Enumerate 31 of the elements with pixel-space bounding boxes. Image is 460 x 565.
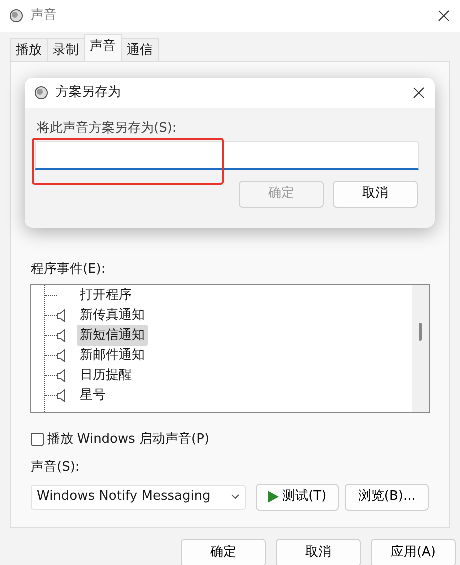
browse-button[interactable]: 浏览(B)... (345, 484, 429, 510)
input-field[interactable] (35, 140, 419, 170)
dialog-button: 确定 (239, 180, 324, 208)
field-label: 声音(S): (31, 459, 81, 477)
field-label: 将此声音方案另存为(S): (37, 120, 178, 138)
field-label: 程序事件(E): (31, 261, 107, 279)
dialog-title: 方案另存为 (56, 84, 122, 102)
tree-item[interactable]: 新邮件通知 (77, 344, 148, 366)
dialog-button[interactable]: 取消 (276, 539, 361, 565)
sound-dropdown[interactable]: Windows Notify Messaging (31, 484, 246, 510)
tree-item[interactable]: 星号 (77, 384, 109, 406)
play-icon (268, 491, 280, 503)
tab[interactable]: 通信 (121, 38, 159, 61)
scrollbar-thumb[interactable] (419, 322, 422, 340)
tree-item[interactable]: 新传真通知 (77, 304, 148, 326)
dialog-button[interactable]: 应用(A) (371, 539, 456, 565)
window-title: 声音 (31, 7, 58, 26)
tree-item[interactable]: 打开程序 (77, 284, 135, 306)
tree-item[interactable]: 日历提醒 (77, 364, 135, 386)
chevron-down-icon (230, 494, 240, 500)
close-icon[interactable] (438, 10, 450, 22)
dialog-button[interactable]: 确定 (181, 539, 266, 565)
checkbox[interactable] (31, 432, 44, 446)
checkbox-label[interactable]: 播放 Windows 启动声音(P) (47, 430, 210, 449)
scrollbar[interactable] (412, 284, 429, 412)
close-icon[interactable] (413, 87, 425, 99)
test-button[interactable]: 测试(T) (256, 484, 340, 510)
tab[interactable]: 播放 (10, 38, 48, 61)
dialog-button[interactable]: 取消 (333, 180, 418, 208)
tree-item[interactable]: 新短信通知 (77, 324, 148, 346)
tab[interactable]: 声音 (84, 34, 122, 61)
